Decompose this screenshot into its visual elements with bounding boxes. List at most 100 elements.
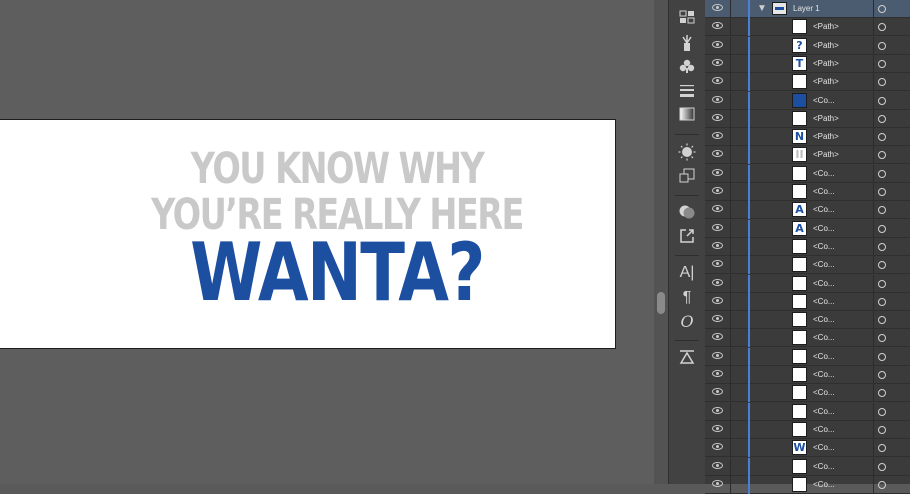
visibility-eye-icon[interactable] xyxy=(712,297,723,304)
visibility-eye-icon[interactable] xyxy=(712,279,723,286)
layer-row[interactable]: <Co... xyxy=(705,421,910,439)
object-name[interactable]: <Co... xyxy=(813,256,835,274)
target-circle-icon[interactable] xyxy=(878,444,886,452)
visibility-eye-icon[interactable] xyxy=(712,132,723,139)
paragraph-icon[interactable]: ¶ xyxy=(675,288,699,308)
layer-row[interactable]: <Co... xyxy=(705,329,910,347)
visibility-eye-icon[interactable] xyxy=(712,242,723,249)
object-name[interactable]: <Co... xyxy=(813,476,835,494)
visibility-eye-icon[interactable] xyxy=(712,4,723,11)
target-circle-icon[interactable] xyxy=(878,408,886,416)
target-circle-icon[interactable] xyxy=(878,463,886,471)
visibility-eye-icon[interactable] xyxy=(712,370,723,377)
canvas-area[interactable]: YOU KNOW WHY YOU’RE REALLY HERE WANTA? xyxy=(0,0,654,484)
visibility-eye-icon[interactable] xyxy=(712,205,723,212)
graphic-styles-icon[interactable] xyxy=(675,168,699,188)
opentype-icon[interactable]: O xyxy=(675,312,699,332)
visibility-eye-icon[interactable] xyxy=(712,224,723,231)
target-circle-icon[interactable] xyxy=(878,170,886,178)
layer-row[interactable]: <Path> xyxy=(705,18,910,36)
visibility-eye-icon[interactable] xyxy=(712,388,723,395)
layer-row[interactable]: <Co... xyxy=(705,275,910,293)
target-circle-icon[interactable] xyxy=(878,151,886,159)
object-name[interactable]: <Co... xyxy=(813,92,835,110)
visibility-eye-icon[interactable] xyxy=(712,407,723,414)
target-circle-icon[interactable] xyxy=(878,316,886,324)
object-name[interactable]: <Co... xyxy=(813,403,835,421)
target-circle-icon[interactable] xyxy=(878,389,886,397)
object-name[interactable]: <Co... xyxy=(813,165,835,183)
layer-row[interactable]: <Co... xyxy=(705,256,910,274)
object-name[interactable]: <Path> xyxy=(813,146,839,164)
target-circle-icon[interactable] xyxy=(878,133,886,141)
layer-row[interactable]: A <Co... xyxy=(705,220,910,238)
layer-row[interactable]: <Co... xyxy=(705,458,910,476)
pathfinder-icon[interactable] xyxy=(675,204,699,224)
chevron-down-icon[interactable]: ▼ xyxy=(757,1,767,17)
object-name[interactable]: <Path> xyxy=(813,110,839,128)
visibility-eye-icon[interactable] xyxy=(712,315,723,322)
object-name[interactable]: <Co... xyxy=(813,366,835,384)
object-name[interactable]: <Co... xyxy=(813,384,835,402)
object-name[interactable]: <Co... xyxy=(813,220,835,238)
stroke-icon[interactable] xyxy=(675,83,699,103)
layer-row[interactable]: II <Path> xyxy=(705,146,910,164)
object-name[interactable]: <Co... xyxy=(813,183,835,201)
target-circle-icon[interactable] xyxy=(878,23,886,31)
object-name[interactable]: <Co... xyxy=(813,348,835,366)
target-circle-icon[interactable] xyxy=(878,280,886,288)
visibility-eye-icon[interactable] xyxy=(712,77,723,84)
visibility-eye-icon[interactable] xyxy=(712,260,723,267)
object-name[interactable]: <Co... xyxy=(813,439,835,457)
visibility-eye-icon[interactable] xyxy=(712,96,723,103)
layer-row[interactable]: <Co... xyxy=(705,384,910,402)
target-circle-icon[interactable] xyxy=(878,60,886,68)
layer-name[interactable]: Layer 1 xyxy=(793,0,820,18)
object-name[interactable]: <Co... xyxy=(813,238,835,256)
layer-row[interactable]: <Path> xyxy=(705,73,910,91)
target-circle-icon[interactable] xyxy=(878,206,886,214)
layer-row[interactable]: N <Path> xyxy=(705,128,910,146)
visibility-eye-icon[interactable] xyxy=(712,462,723,469)
layer-row[interactable]: <Co... xyxy=(705,238,910,256)
object-name[interactable]: <Path> xyxy=(813,128,839,146)
visibility-eye-icon[interactable] xyxy=(712,114,723,121)
character-icon[interactable]: A| xyxy=(675,263,699,283)
layer-row[interactable]: A <Co... xyxy=(705,201,910,219)
object-name[interactable]: <Path> xyxy=(813,18,839,36)
object-name[interactable]: <Co... xyxy=(813,458,835,476)
object-name[interactable]: <Co... xyxy=(813,275,835,293)
layer-row[interactable]: <Co... xyxy=(705,476,910,494)
object-name[interactable]: <Co... xyxy=(813,421,835,439)
object-name[interactable]: <Path> xyxy=(813,55,839,73)
swatch-grid-icon[interactable] xyxy=(675,10,699,30)
visibility-eye-icon[interactable] xyxy=(712,352,723,359)
layer-row[interactable]: <Co... xyxy=(705,366,910,384)
object-name[interactable]: <Path> xyxy=(813,37,839,55)
layer-row-layer-1[interactable]: ▼ Layer 1 xyxy=(705,0,910,18)
object-name[interactable]: <Co... xyxy=(813,201,835,219)
visibility-eye-icon[interactable] xyxy=(712,169,723,176)
layer-row[interactable]: T <Path> xyxy=(705,55,910,73)
layer-row[interactable]: <Co... xyxy=(705,293,910,311)
target-circle-icon[interactable] xyxy=(878,97,886,105)
visibility-eye-icon[interactable] xyxy=(712,22,723,29)
object-name[interactable]: <Path> xyxy=(813,73,839,91)
align-icon[interactable] xyxy=(675,349,699,369)
layer-row[interactable]: <Co... xyxy=(705,403,910,421)
target-circle-icon[interactable] xyxy=(878,42,886,50)
visibility-eye-icon[interactable] xyxy=(712,425,723,432)
target-circle-icon[interactable] xyxy=(878,334,886,342)
brush-library-icon[interactable] xyxy=(675,34,699,54)
target-circle-icon[interactable] xyxy=(878,225,886,233)
layer-row[interactable]: ? <Path> xyxy=(705,37,910,55)
visibility-eye-icon[interactable] xyxy=(712,187,723,194)
export-icon[interactable] xyxy=(675,228,699,248)
headline-line-1[interactable]: YOU KNOW WHY xyxy=(74,144,600,194)
object-name[interactable]: <Co... xyxy=(813,329,835,347)
layer-row[interactable]: <Co... xyxy=(705,183,910,201)
layer-row[interactable]: <Co... xyxy=(705,92,910,110)
layer-row[interactable]: <Co... xyxy=(705,311,910,329)
artboard[interactable]: YOU KNOW WHY YOU’RE REALLY HERE WANTA? xyxy=(0,119,616,349)
layer-row[interactable]: <Co... xyxy=(705,348,910,366)
